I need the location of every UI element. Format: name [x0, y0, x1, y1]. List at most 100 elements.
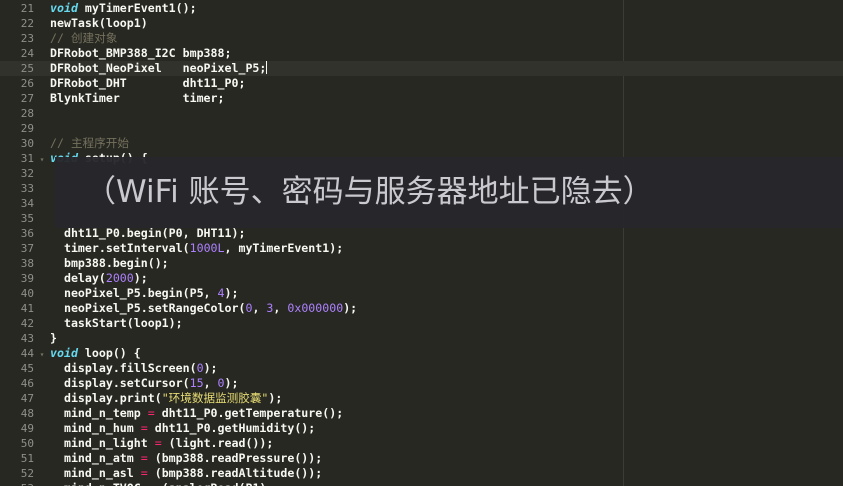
code-token: neoPixel_P5.begin(P5,	[50, 286, 218, 300]
line-code: // 创建对象	[50, 31, 117, 46]
line-number: 52	[20, 467, 34, 480]
code-token: display.print(	[50, 391, 162, 405]
code-line[interactable]: 29	[0, 121, 843, 136]
code-token: delay(	[50, 271, 106, 285]
code-line[interactable]: 42 taskStart(loop1);	[0, 316, 843, 331]
line-code: timer.setInterval(1000L, myTimerEvent1);	[50, 241, 343, 256]
code-line[interactable]: 39 delay(2000);	[0, 271, 843, 286]
code-line[interactable]: 45 display.fillScreen(0);	[0, 361, 843, 376]
code-line[interactable]: 24 DFRobot_BMP388_I2C bmp388;	[0, 46, 843, 61]
code-line[interactable]: 53 mind_n_TVOC = (analogRead(P1)	[0, 481, 843, 486]
line-number: 29	[20, 122, 34, 135]
code-token: taskStart(loop1);	[50, 316, 183, 330]
code-token: display.fillScreen(	[50, 361, 197, 375]
code-token: (bmp388.readAltitude());	[147, 466, 323, 480]
code-token: dht11_P0.getTemperature();	[154, 406, 344, 420]
line-number: 42	[20, 317, 34, 330]
code-token: mind_n_temp	[50, 406, 148, 420]
code-token: 0	[217, 376, 225, 390]
code-token: DFRobot_BMP388_I2C bmp388;	[50, 46, 232, 60]
code-line[interactable]: 27 BlynkTimer timer;	[0, 91, 843, 106]
line-code: newTask(loop1)	[50, 16, 148, 31]
redaction-overlay: （WiFi 账号、密码与服务器地址已隐去）	[55, 157, 843, 228]
line-number: 47	[20, 392, 34, 405]
line-code: display.print("环境数据监测胶囊");	[50, 391, 282, 406]
line-code: dht11_P0.begin(P0, DHT11);	[50, 226, 246, 241]
code-token: );	[224, 376, 239, 390]
code-token: 4	[217, 286, 225, 300]
code-line[interactable]: 52 mind_n_asl = (bmp388.readAltitude());	[0, 466, 843, 481]
code-line[interactable]: 43}	[0, 331, 843, 346]
line-number: 43	[20, 332, 34, 345]
code-token: mind_n_atm	[50, 451, 141, 465]
code-token: 15	[189, 376, 204, 390]
code-token: 0	[196, 361, 204, 375]
code-token: ,	[203, 376, 218, 390]
code-token: =	[140, 421, 148, 435]
line-code: void myTimerEvent1();	[50, 1, 197, 16]
code-line[interactable]: 47 display.print("环境数据监测胶囊");	[0, 391, 843, 406]
code-line[interactable]: 40 neoPixel_P5.begin(P5, 4);	[0, 286, 843, 301]
code-area[interactable]: 21 void myTimerEvent1(); 22 newTask(loop1) 2…	[0, 1, 843, 486]
line-number: 28	[20, 107, 34, 120]
line-number: 32	[20, 167, 34, 180]
code-editor[interactable]: 21 void myTimerEvent1(); 22 newTask(loop1) 2…	[0, 0, 843, 486]
code-token: mind_n_asl	[50, 466, 141, 480]
code-line[interactable]: 48 mind_n_temp = dht11_P0.getTemperature…	[0, 406, 843, 421]
code-line[interactable]: 30 // 主程序开始	[0, 136, 843, 151]
code-token: (analogRead(P1)	[155, 481, 267, 486]
code-token: }	[50, 331, 57, 345]
code-line[interactable]: 21 void myTimerEvent1();	[0, 1, 843, 16]
line-number: 38	[20, 257, 34, 270]
fold-arrow-icon[interactable]: ▾	[34, 347, 50, 362]
code-token: 1000L	[189, 241, 225, 255]
line-code: }	[50, 331, 57, 346]
code-line[interactable]: 38 bmp388.begin();	[0, 256, 843, 271]
code-line[interactable]: 26 DFRobot_DHT dht11_P0;	[0, 76, 843, 91]
code-token: mind_n_hum	[50, 421, 141, 435]
code-line[interactable]: 50 mind_n_light = (light.read());	[0, 436, 843, 451]
code-token: neoPixel_P5.setRangeColor(	[50, 301, 246, 315]
code-line[interactable]: 22 newTask(loop1)	[0, 16, 843, 31]
line-number: 45	[20, 362, 34, 375]
code-token: );	[203, 361, 218, 375]
code-line[interactable]: 36 dht11_P0.begin(P0, DHT11);	[0, 226, 843, 241]
line-number: 44	[20, 347, 34, 360]
code-line[interactable]: 49 mind_n_hum = dht11_P0.getHumidity();	[0, 421, 843, 436]
line-code: void loop() {	[50, 346, 141, 361]
code-line[interactable]: 28	[0, 106, 843, 121]
line-number: 39	[20, 272, 34, 285]
line-code: display.setCursor(15, 0);	[50, 376, 239, 391]
line-number: 50	[20, 437, 34, 450]
code-token: "环境数据监测胶囊"	[161, 391, 269, 405]
line-number: 24	[20, 47, 34, 60]
line-code: delay(2000);	[50, 271, 148, 286]
line-code: mind_n_TVOC = (analogRead(P1)	[50, 481, 266, 486]
line-code: BlynkTimer timer;	[50, 91, 225, 106]
code-line[interactable]: 44 ▾ void loop() {	[0, 346, 843, 361]
code-line[interactable]: 23 // 创建对象	[0, 31, 843, 46]
line-code: DFRobot_NeoPixel neoPixel_P5;	[50, 61, 268, 76]
code-token: ,	[252, 301, 267, 315]
code-token: =	[140, 466, 148, 480]
code-line[interactable]: 41 neoPixel_P5.setRangeColor(0, 3, 0x000…	[0, 301, 843, 316]
line-code: mind_n_hum = dht11_P0.getHumidity();	[50, 421, 315, 436]
code-line[interactable]: 37 timer.setInterval(1000L, myTimerEvent…	[0, 241, 843, 256]
line-code: mind_n_temp = dht11_P0.getTemperature();	[50, 406, 343, 421]
line-number: 48	[20, 407, 34, 420]
code-token: );	[224, 286, 239, 300]
code-line[interactable]: 46 display.setCursor(15, 0);	[0, 376, 843, 391]
fold-arrow-icon[interactable]: ▾	[34, 152, 50, 167]
code-token: dht11_P0.begin(P0, DHT11);	[50, 226, 246, 240]
line-code: neoPixel_P5.setRangeColor(0, 3, 0x000000…	[50, 301, 357, 316]
line-number: 36	[20, 227, 34, 240]
code-token: 2000	[105, 271, 134, 285]
line-code: mind_n_asl = (bmp388.readAltitude());	[50, 466, 322, 481]
code-token: =	[148, 481, 155, 486]
code-line[interactable]: 25 DFRobot_NeoPixel neoPixel_P5;	[0, 61, 843, 76]
code-token: mind_n_TVOC	[50, 481, 148, 486]
line-number: 53	[0, 481, 34, 486]
code-line[interactable]: 51 mind_n_atm = (bmp388.readPressure());	[0, 451, 843, 466]
line-number: 35	[20, 212, 34, 225]
code-token: , myTimerEvent1);	[224, 241, 344, 255]
